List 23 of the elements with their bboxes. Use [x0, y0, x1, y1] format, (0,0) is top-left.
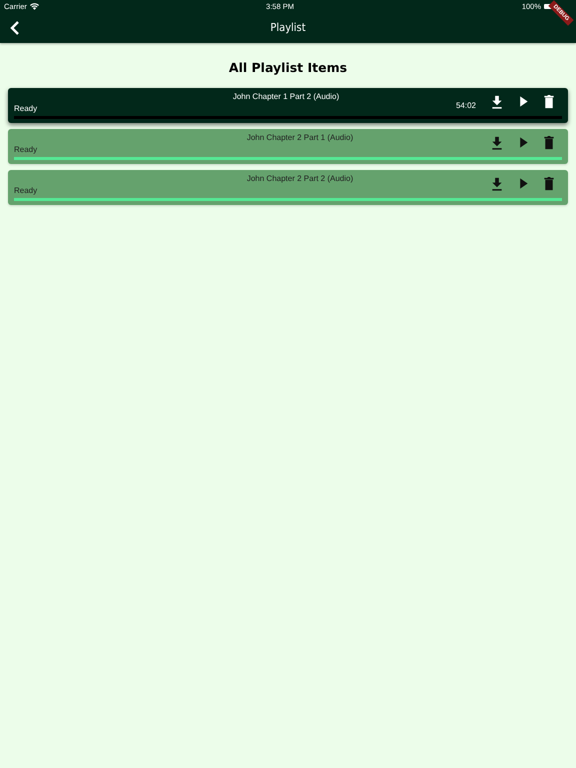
play-button[interactable]	[517, 95, 529, 109]
download-button[interactable]	[491, 136, 503, 150]
wifi-icon	[30, 2, 39, 10]
item-status: Ready	[14, 186, 38, 195]
download-button[interactable]	[491, 95, 503, 109]
item-title: John Chapter 1 Part 2 (Audio)	[232, 92, 340, 101]
delete-button[interactable]	[543, 136, 555, 150]
playlist-item[interactable]: John Chapter 2 Part 1 (Audio) Ready	[8, 129, 568, 164]
item-title: John Chapter 2 Part 1 (Audio)	[246, 133, 354, 142]
back-button[interactable]	[10, 20, 22, 36]
item-status: Ready	[14, 145, 38, 154]
play-button[interactable]	[517, 136, 529, 150]
page-title: Playlist	[270, 21, 306, 34]
item-title: John Chapter 2 Part 2 (Audio)	[246, 174, 354, 183]
playlist-item[interactable]: John Chapter 1 Part 2 (Audio) Ready 54:02	[8, 88, 568, 123]
play-button[interactable]	[517, 177, 529, 191]
download-button[interactable]	[491, 177, 503, 191]
playlist-item[interactable]: John Chapter 2 Part 2 (Audio) Ready	[8, 170, 568, 205]
delete-button[interactable]	[543, 177, 555, 191]
duration-label: 54:02	[456, 101, 476, 110]
item-status: Ready	[14, 104, 38, 113]
delete-button[interactable]	[543, 95, 555, 109]
section-heading: All Playlist Items	[228, 60, 348, 75]
